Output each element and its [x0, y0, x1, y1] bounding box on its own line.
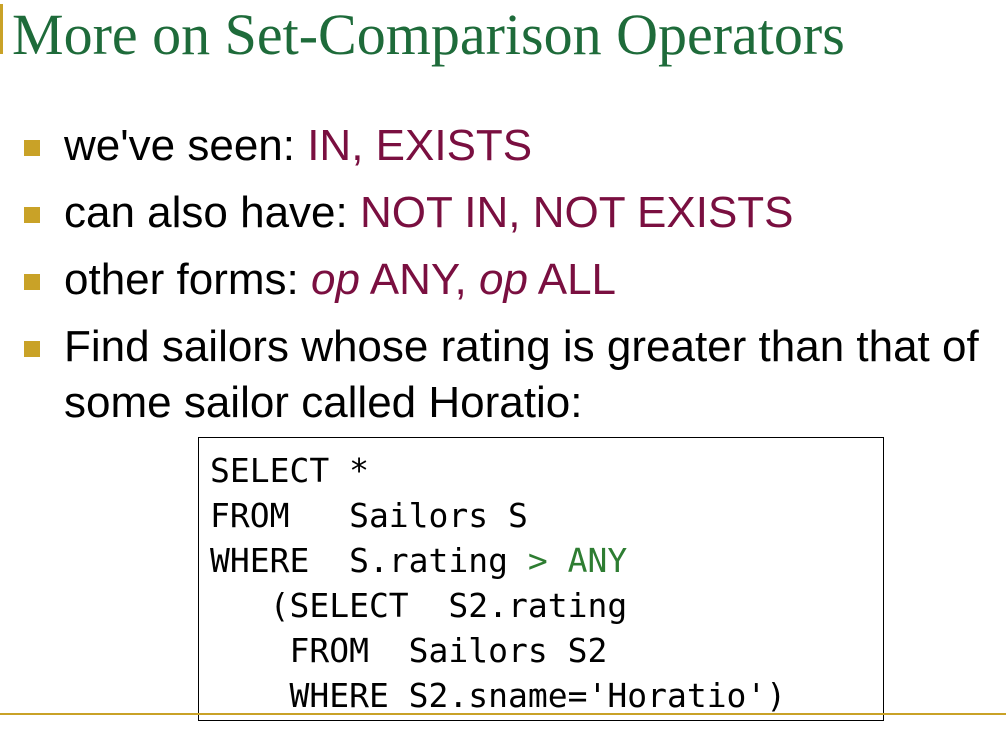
op-keyword: op — [310, 255, 360, 304]
bullet-keywords: NOT IN, NOT EXISTS — [359, 188, 794, 237]
square-bullet-icon — [24, 207, 40, 223]
slide-title: More on Set-Comparison Operators — [12, 2, 845, 67]
square-bullet-icon — [24, 341, 40, 357]
bullet-text: can also have: — [64, 188, 360, 237]
bullet-keywords: IN, EXISTS — [307, 121, 533, 170]
sql-line-subquery-from: FROM Sailors S2 — [210, 631, 608, 670]
bottom-rule — [0, 713, 1006, 715]
bullet-text: Find sailors whose rating is greater tha… — [64, 322, 979, 427]
all-keyword: ALL — [527, 255, 617, 304]
sql-code-box: SELECT * FROM Sailors S WHERE S.rating >… — [198, 437, 884, 721]
square-bullet-icon — [24, 140, 40, 156]
sql-operator: > ANY — [527, 541, 628, 580]
bullet-item-also-have: can also have: NOT IN, NOT EXISTS — [24, 185, 994, 241]
sql-line-where: WHERE S.rating > ANY — [210, 538, 883, 583]
bullet-item-other-forms: other forms: op ANY, op ALL — [24, 252, 994, 308]
bullet-item-seen: we've seen: IN, EXISTS — [24, 118, 994, 174]
op-keyword: op — [478, 255, 528, 304]
bullet-item-find-sailors: Find sailors whose rating is greater tha… — [24, 319, 994, 431]
sql-where-clause: WHERE S.rating — [210, 541, 528, 580]
sql-line-select: SELECT * — [210, 451, 369, 490]
square-bullet-icon — [24, 274, 40, 290]
sql-line-subquery-where: WHERE S2.sname='Horatio') — [210, 676, 787, 715]
bullet-list: we've seen: IN, EXISTS can also have: NO… — [24, 118, 994, 442]
title-accent-bar — [0, 4, 3, 54]
bullet-text: we've seen: — [64, 121, 308, 170]
sql-line-subquery-select: (SELECT S2.rating — [210, 586, 628, 625]
bullet-text: other forms: — [64, 255, 311, 304]
any-keyword: ANY, — [359, 255, 479, 304]
sql-line-from: FROM Sailors S — [210, 496, 528, 535]
